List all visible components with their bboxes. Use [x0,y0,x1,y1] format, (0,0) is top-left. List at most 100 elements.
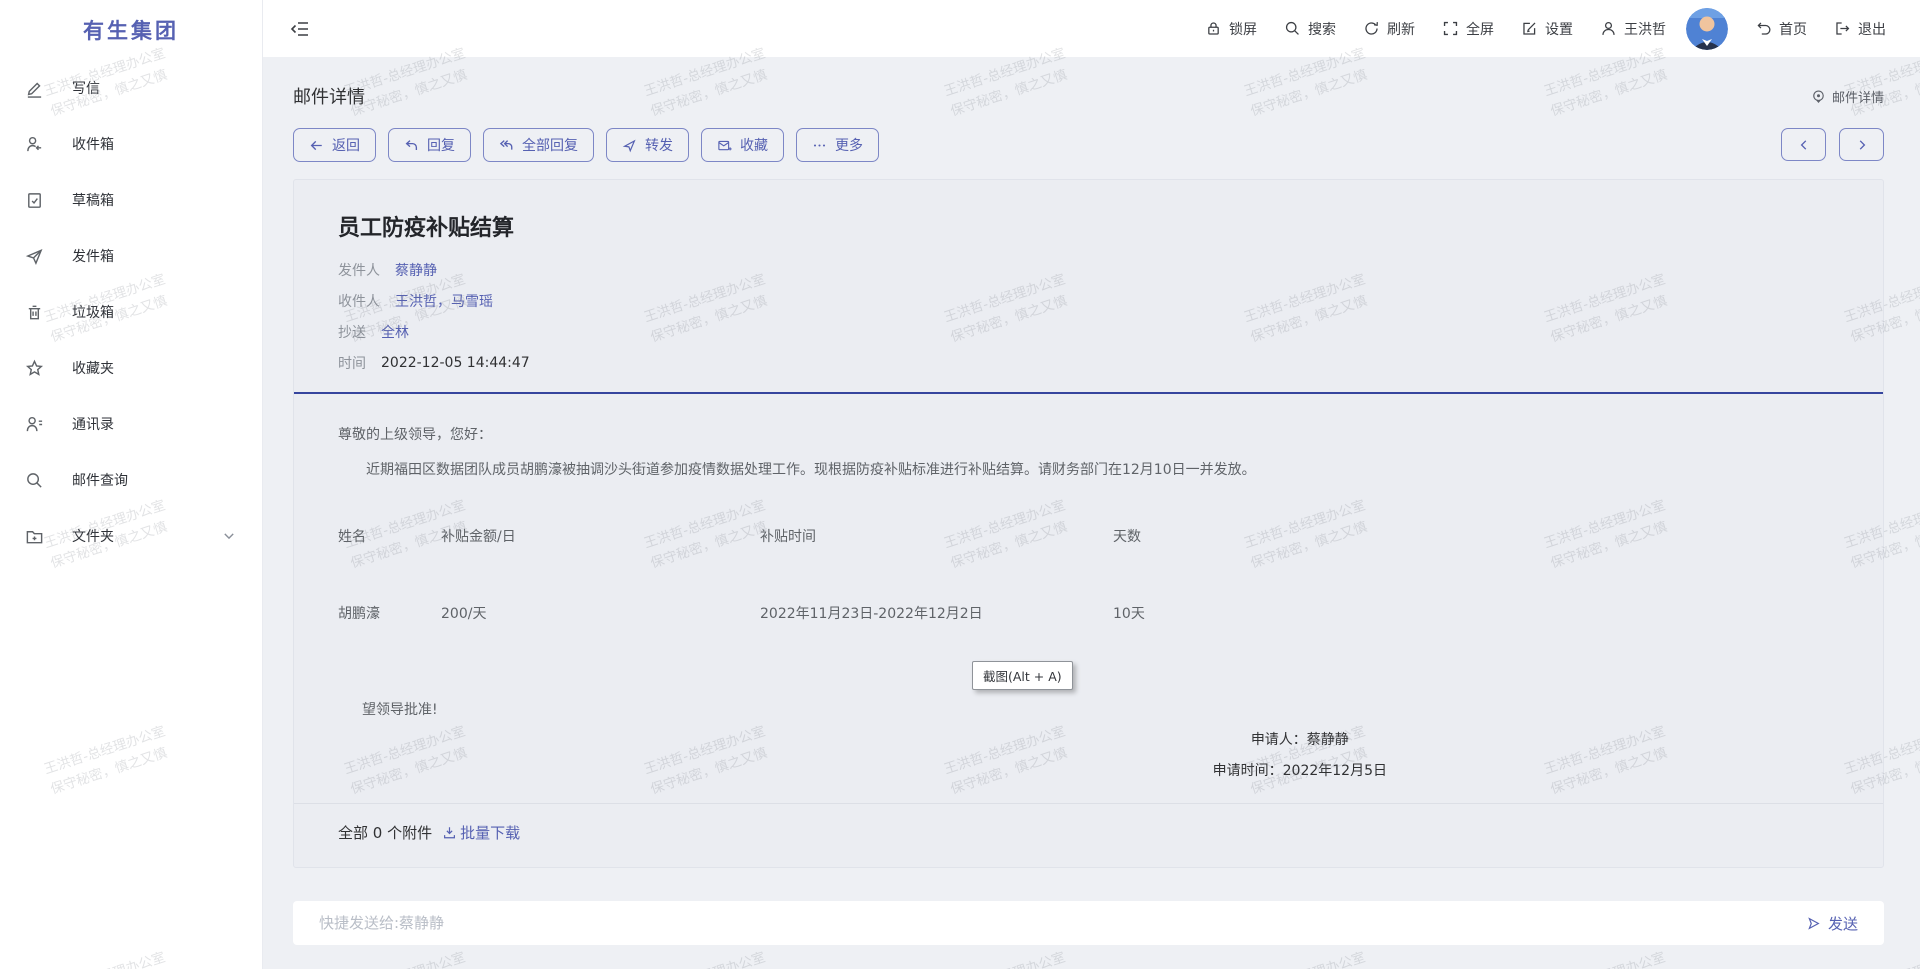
mail-cc-row: 抄送 全林 [338,316,1839,347]
sidebar-item-label: 文件夹 [72,526,114,546]
mail-toolbar: 返回 回复 全部回复 [293,128,1884,162]
current-user-label: 王洪哲 [1624,19,1666,39]
fullscreen-label: 全屏 [1466,19,1494,39]
applicant-wrap: 申请人：蔡静静 申请时间：2022年12月5日 [338,725,1839,787]
collect-mail-icon [717,138,732,153]
sidebar-item-trash[interactable]: 垃圾箱 [0,284,262,340]
sidebar-item-inbox[interactable]: 收件箱 [0,116,262,172]
prev-mail-button[interactable] [1781,128,1826,161]
breadcrumb: 邮件详情 [1811,87,1884,106]
back-icon [309,138,324,153]
send-button[interactable]: 发送 [1806,913,1858,934]
col-header: 补贴时间 [760,526,1113,546]
send-label: 发送 [1828,913,1858,934]
refresh-label: 刷新 [1387,19,1415,39]
topbar-actions: 锁屏 搜索 刷新 全屏 [1178,8,1886,50]
avatar[interactable] [1686,8,1728,50]
logout-icon [1834,20,1851,37]
main-area: 锁屏 搜索 刷新 全屏 [263,0,1920,969]
applicant-line: 申请人：蔡静静 [1213,725,1387,756]
batch-download-label: 批量下载 [460,822,520,843]
sidebar-item-drafts[interactable]: 草稿箱 [0,172,262,228]
cc-value[interactable]: 全林 [381,322,409,342]
sidebar-item-favorites[interactable]: 收藏夹 [0,340,262,396]
inbox-icon [25,135,44,154]
reply-all-icon [499,138,514,153]
from-value[interactable]: 蔡静静 [395,260,437,280]
mail-subject: 员工防疫补贴结算 [338,210,1839,242]
chevron-down-icon [222,529,236,543]
more-icon [812,138,827,153]
download-icon [442,825,457,840]
mail-body: 尊敬的上级领导，您好： 近期福田区数据团队成员胡鹏濠被抽调沙头街道参加疫情数据处… [338,424,1839,787]
search-label: 搜索 [1308,19,1336,39]
mail-time-row: 时间 2022-12-05 14:44:47 [338,347,1839,378]
page-head: 邮件详情 邮件详情 [293,57,1884,109]
sidebar-item-label: 通讯录 [72,414,114,434]
compose-icon [25,79,44,98]
fullscreen-button[interactable]: 全屏 [1442,19,1494,39]
body-closing: 望领导批准! [362,699,1839,719]
drafts-icon [25,191,44,210]
attachment-bar: 全部 0 个附件 批量下载 [338,804,1839,867]
logout-button[interactable]: 退出 [1834,19,1886,39]
sidebar-item-folders[interactable]: 文件夹 [0,508,262,564]
location-icon [1811,89,1826,104]
user-icon [1600,20,1617,37]
logout-label: 退出 [1858,19,1886,39]
refresh-icon [1363,20,1380,37]
quick-send-bar: 发送 [293,901,1884,945]
current-user[interactable]: 王洪哲 [1600,19,1666,39]
next-mail-button[interactable] [1839,128,1884,161]
header-divider [294,392,1883,394]
forward-button[interactable]: 转发 [606,128,689,162]
collapse-sidebar-icon[interactable] [290,19,310,39]
reply-button[interactable]: 回复 [388,128,471,162]
settings-icon [1521,20,1538,37]
more-label: 更多 [835,135,863,155]
quick-send-input[interactable] [319,914,1806,932]
cell-amount: 200/天 [441,603,760,623]
contacts-icon [25,415,44,434]
col-header: 姓名 [338,526,441,546]
trash-icon [25,303,44,322]
back-button[interactable]: 返回 [293,128,376,162]
search-button[interactable]: 搜索 [1284,19,1336,39]
reply-label: 回复 [427,135,455,155]
more-button[interactable]: 更多 [796,128,879,162]
reply-all-button[interactable]: 全部回复 [483,128,594,162]
to-label: 收件人 [338,291,380,311]
body-greeting: 尊敬的上级领导，您好： [338,424,1839,444]
reply-all-label: 全部回复 [522,135,578,155]
batch-download-link[interactable]: 批量下载 [442,822,520,843]
body-paragraph: 近期福田区数据团队成员胡鹏濠被抽调沙头街道参加疫情数据处理工作。现根据防疫补贴标… [338,459,1839,479]
lock-screen-button[interactable]: 锁屏 [1205,19,1257,39]
refresh-button[interactable]: 刷新 [1363,19,1415,39]
sidebar-item-sent[interactable]: 发件箱 [0,228,262,284]
cc-label: 抄送 [338,322,366,342]
mail-actions: 返回 回复 全部回复 [293,128,879,162]
cell-name: 胡鹏濠 [338,603,441,623]
sidebar-item-mail-search[interactable]: 邮件查询 [0,452,262,508]
mail-to-row: 收件人 王洪哲，马雪瑶 [338,285,1839,316]
collect-button[interactable]: 收藏 [701,128,784,162]
from-label: 发件人 [338,260,380,280]
breadcrumb-label: 邮件详情 [1832,87,1884,106]
table-row: 胡鹏濠 200/天 2022年11月23日-2022年12月2日 10天 [338,603,1839,623]
sidebar-item-label: 收藏夹 [72,358,114,378]
sidebar-item-compose[interactable]: 写信 [0,60,262,116]
search-icon [25,471,44,490]
to-value[interactable]: 王洪哲，马雪瑶 [395,291,493,311]
reply-icon [404,138,419,153]
chevron-left-icon [1798,139,1810,151]
forward-label: 转发 [645,135,673,155]
sidebar-item-contacts[interactable]: 通讯录 [0,396,262,452]
lock-screen-label: 锁屏 [1229,19,1257,39]
settings-button[interactable]: 设置 [1521,19,1573,39]
sidebar-item-label: 写信 [72,78,100,98]
table-header-row: 姓名 补贴金额/日 补贴时间 天数 [338,526,1839,546]
applicant-block: 申请人：蔡静静 申请时间：2022年12月5日 [1213,725,1387,787]
home-button[interactable]: 首页 [1755,19,1807,39]
col-header: 补贴金额/日 [441,526,760,546]
brand-logo: 有生集团 [0,0,262,60]
